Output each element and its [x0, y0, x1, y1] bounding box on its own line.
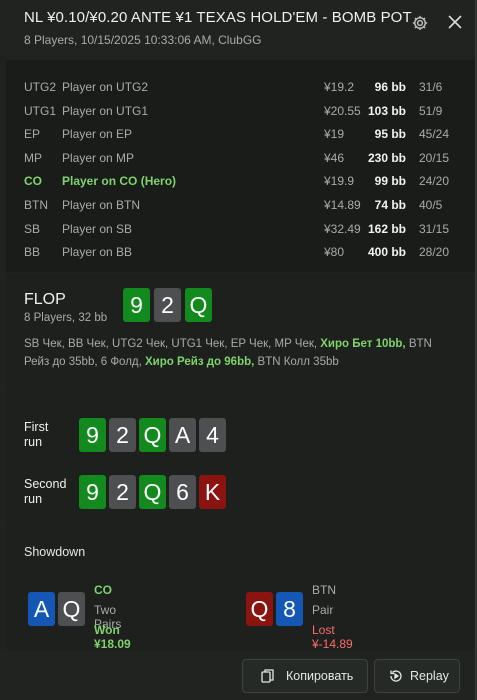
player-name: Player on EP	[62, 127, 133, 142]
player-row: CO Player on CO (Hero) ¥19.9 99 bb 24/20	[6, 170, 475, 192]
player-name: Player on BTN	[62, 198, 141, 212]
player-stats: 20/15	[419, 150, 450, 165]
player-stack-bb: 230 bb	[367, 150, 406, 165]
players-table: UTG2 Player on UTG2 ¥19.2 96 bb 31/6 UTG1 Play…	[6, 60, 475, 272]
player-stats: 31/6	[419, 80, 443, 94]
player-stack: ¥80	[324, 245, 345, 260]
playing-card: Q	[139, 475, 166, 509]
runouts-section: First run 9 2 Q A 4 Second run 9 2 Q 6 K	[6, 389, 475, 524]
copy-button[interactable]: Копировать	[242, 659, 368, 693]
player-stack-bb: 96 bb	[374, 80, 406, 94]
run-label-line: run	[24, 492, 43, 506]
playing-card: 8	[276, 592, 303, 626]
playing-card: 9	[123, 288, 150, 322]
copy-icon	[261, 669, 274, 683]
player-stack-bb: 74 bb	[374, 198, 406, 212]
player-position: BTN	[24, 198, 48, 212]
hand-history-window: NL ¥0.10/¥0.20 ANTE ¥1 TEXAS HOLD'EM - B…	[0, 0, 476, 700]
showdown-heading: Showdown	[24, 545, 86, 559]
run-label: Second run	[24, 477, 66, 507]
player-stack-bb: 99 bb	[374, 174, 406, 189]
run-label: First run	[24, 420, 48, 450]
player-row: MP Player on MP ¥46 230 bb 20/15	[6, 147, 475, 169]
showdown-result: Won ¥18.09	[94, 623, 131, 651]
run-label-line: Second	[24, 477, 67, 491]
player-row: UTG1 Player on UTG1 ¥20.55 103 bb 51/9	[6, 100, 475, 122]
player-name: Player on BB	[62, 245, 133, 260]
player-name: Player on MP	[62, 150, 135, 165]
action-text: SB Чек, BB Чек, UTG2 Чек, UTG1 Чек, EP Ч…	[24, 338, 321, 350]
playing-card: Q	[58, 592, 85, 626]
player-stats: 31/15	[419, 221, 450, 236]
player-stack: ¥46	[324, 150, 345, 165]
player-stats: 40/5	[419, 198, 443, 212]
player-row: SB Player on SB ¥32.49 162 bb 31/15	[6, 218, 475, 240]
player-stack-bb: 103 bb	[367, 103, 406, 118]
player-position: UTG1	[24, 103, 57, 118]
player-name: Player on UTG1	[62, 103, 149, 118]
hero-action: Хиро Бет 10bb,	[320, 338, 406, 350]
playing-card: 9	[79, 475, 106, 509]
player-position: SB	[24, 221, 41, 236]
player-stack-bb: 162 bb	[367, 221, 406, 236]
playing-card: 6	[169, 475, 196, 509]
showdown-hand-rank: Pair	[312, 603, 334, 617]
replay-icon	[390, 670, 402, 682]
window-title: NL ¥0.10/¥0.20 ANTE ¥1 TEXAS HOLD'EM - B…	[24, 9, 412, 26]
player-position: MP	[24, 150, 42, 165]
playing-card: Q	[185, 288, 212, 322]
hero-action: Хиро Рейз до 96bb,	[145, 356, 255, 368]
street-heading: FLOP	[24, 291, 66, 308]
showdown-section: Showdown A Q CO Two Pairs Won ¥18.09 Q 8 BTN Pai…	[6, 525, 475, 651]
flop-section: FLOP 8 Players, 32 bb 92Q SB Чек, BB Чек…	[6, 274, 475, 388]
playing-card: 2	[109, 418, 136, 452]
copy-button-label: Копировать	[286, 669, 354, 683]
playing-card: A	[169, 418, 196, 452]
player-position: UTG2	[24, 80, 57, 94]
playing-card: 4	[199, 418, 226, 452]
street-subtitle: 8 Players, 32 bb	[24, 312, 108, 324]
player-row: BB Player on BB ¥80 400 bb 28/20	[6, 241, 475, 263]
window-subtitle: 8 Players, 10/15/2025 10:33:06 AM, ClubG…	[24, 33, 262, 47]
showdown-result: Lost ¥-14.89	[312, 623, 353, 651]
playing-card: Q	[246, 592, 273, 626]
run-label-line: First	[24, 420, 49, 434]
action-log: SB Чек, BB Чек, UTG2 Чек, UTG1 Чек, EP Ч…	[24, 335, 454, 371]
player-row: UTG2 Player on UTG2 ¥19.2 96 bb 31/6	[6, 76, 475, 98]
player-row: EP Player on EP ¥19 95 bb 45/24	[6, 123, 475, 145]
playing-card: K	[199, 475, 226, 509]
player-stats: 24/20	[419, 174, 450, 189]
player-stats: 28/20	[419, 245, 450, 260]
gear-icon[interactable]	[411, 14, 429, 32]
player-position: BB	[24, 245, 41, 260]
run-label-line: run	[24, 435, 43, 449]
showdown-position: CO	[94, 583, 112, 597]
title-bar: NL ¥0.10/¥0.20 ANTE ¥1 TEXAS HOLD'EM - B…	[0, 0, 475, 54]
playing-card: Q	[139, 418, 166, 452]
player-name: Player on CO (Hero)	[62, 174, 177, 189]
playing-card: 2	[154, 288, 181, 322]
player-name: Player on SB	[62, 221, 133, 236]
close-icon[interactable]	[445, 12, 465, 32]
player-position: CO	[24, 174, 42, 189]
playing-card: A	[28, 592, 55, 626]
showdown-position: BTN	[312, 583, 336, 597]
player-stack-bb: 400 bb	[367, 245, 406, 260]
replay-button[interactable]: Replay	[374, 659, 460, 693]
player-stack-bb: 95 bb	[374, 127, 406, 142]
player-stats: 51/9	[419, 103, 443, 118]
replay-button-label: Replay	[410, 669, 449, 683]
player-stats: 45/24	[419, 127, 450, 142]
player-position: EP	[24, 127, 41, 142]
footer-bar: Копировать Replay	[0, 650, 475, 700]
player-name: Player on UTG2	[62, 80, 149, 94]
playing-card: 2	[109, 475, 136, 509]
player-stack: ¥19	[324, 127, 345, 142]
action-text: BTN Колл 35bb	[254, 356, 339, 368]
playing-card: 9	[79, 418, 106, 452]
player-row: BTN Player on BTN ¥14.89 74 bb 40/5	[6, 194, 475, 216]
